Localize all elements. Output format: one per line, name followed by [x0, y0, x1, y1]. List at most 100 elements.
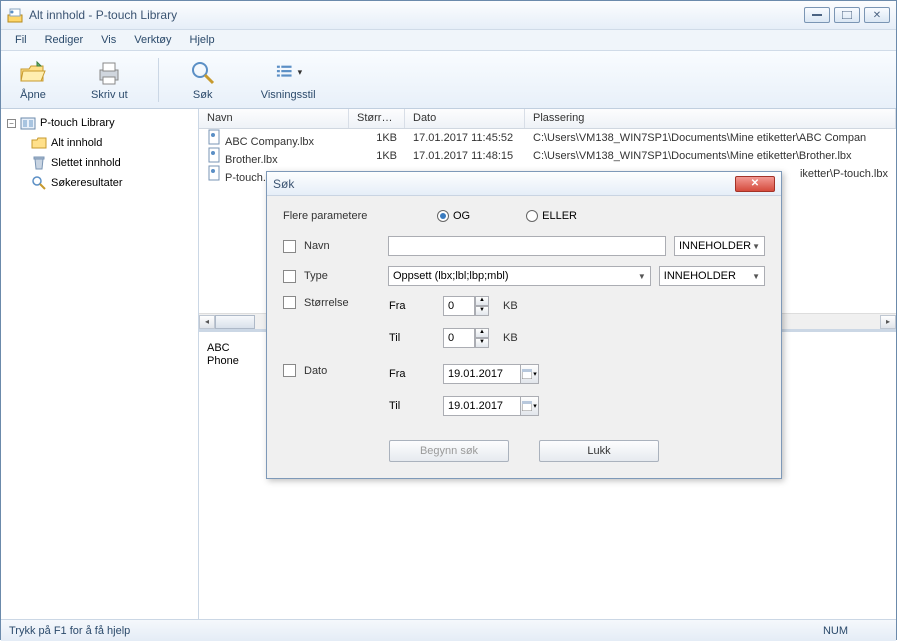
to-label: Til	[389, 332, 443, 344]
app-window: Alt innhold - P-touch Library ✕ Fil Redi…	[0, 0, 897, 640]
titlebar: Alt innhold - P-touch Library ✕	[1, 1, 896, 29]
size-to-input[interactable]	[443, 328, 475, 348]
name-match-value: INNEHOLDER	[679, 240, 751, 252]
table-row[interactable]: Brother.lbx 1KB 17.01.2017 11:48:15 C:\U…	[199, 147, 896, 165]
list-header: Navn Størrelse Dato Plassering	[199, 109, 896, 129]
scroll-right-button[interactable]: ▸	[880, 315, 896, 329]
name-input[interactable]	[388, 236, 666, 256]
spin-up-button[interactable]: ▲	[475, 328, 489, 338]
folder-open-icon	[19, 59, 47, 87]
type-combo[interactable]: Oppsett (lbx;lbl;lbp;mbl) ▼	[388, 266, 651, 286]
close-button[interactable]: ✕	[864, 7, 890, 23]
type-checkbox[interactable]	[283, 270, 296, 283]
search-button[interactable]: Søk	[185, 57, 221, 103]
dialog-body: Flere parametere OG ELLER Navn INNEHOLDE…	[267, 196, 781, 478]
date-row: Dato Fra 19.01.2017 ▾ Til 19.01.2017	[283, 364, 765, 422]
tree-root[interactable]: − P-touch Library	[3, 113, 196, 133]
file-icon	[207, 147, 223, 163]
size-to-spinner[interactable]: ▲▼	[443, 328, 489, 348]
statusbar: Trykk på F1 for å få hjelp NUM	[1, 619, 896, 641]
type-row: Type Oppsett (lbx;lbl;lbp;mbl) ▼ INNEHOL…	[283, 266, 765, 286]
date-to-input[interactable]: 19.01.2017	[443, 396, 521, 416]
open-label: Åpne	[20, 89, 46, 101]
open-button[interactable]: Åpne	[15, 57, 51, 103]
col-location[interactable]: Plassering	[525, 109, 896, 128]
dialog-titlebar: Søk ✕	[267, 172, 781, 196]
spin-down-button[interactable]: ▼	[475, 306, 489, 316]
size-checkbox[interactable]	[283, 296, 296, 309]
type-match-combo[interactable]: INNEHOLDER ▼	[659, 266, 765, 286]
size-from-spinner[interactable]: ▲▼	[443, 296, 489, 316]
toolbar: Åpne Skriv ut Søk ▾ Visningsstil	[1, 51, 896, 109]
list-icon: ▾	[274, 59, 302, 87]
tree-all-label: Alt innhold	[51, 137, 102, 149]
date-from-row: Fra 19.01.2017 ▾	[389, 364, 539, 384]
viewstyle-button[interactable]: ▾ Visningsstil	[257, 57, 320, 103]
date-from-input[interactable]: 19.01.2017	[443, 364, 521, 384]
file-icon	[207, 129, 223, 145]
menu-edit[interactable]: Rediger	[37, 32, 92, 48]
begin-search-button[interactable]: Begynn søk	[389, 440, 509, 462]
tree-panel: − P-touch Library Alt innhold Slettet in…	[1, 109, 199, 619]
library-icon	[20, 115, 36, 131]
radio-dot-icon	[437, 210, 449, 222]
date-checkbox[interactable]	[283, 364, 296, 377]
app-icon	[7, 7, 23, 23]
radio-and[interactable]: OG	[437, 210, 470, 222]
col-date[interactable]: Dato	[405, 109, 525, 128]
radio-or[interactable]: ELLER	[526, 210, 577, 222]
search-dialog: Søk ✕ Flere parametere OG ELLER Navn IN	[266, 171, 782, 479]
menubar: Fil Rediger Vis Verktøy Hjelp	[1, 29, 896, 51]
size-from-input[interactable]	[443, 296, 475, 316]
collapse-icon[interactable]: −	[7, 119, 16, 128]
name-checkbox[interactable]	[283, 240, 296, 253]
search-label: Søk	[193, 89, 213, 101]
size-to-row: Til ▲▼ KB	[389, 328, 518, 348]
table-row[interactable]: ABC Company.lbx 1KB 17.01.2017 11:45:52 …	[199, 129, 896, 147]
size-label: Størrelse	[304, 297, 388, 309]
radio-group: OG ELLER	[437, 210, 577, 222]
menu-file[interactable]: Fil	[7, 32, 35, 48]
menu-tools[interactable]: Verktøy	[126, 32, 179, 48]
spin-up-button[interactable]: ▲	[475, 296, 489, 306]
date-picker-button[interactable]: ▾	[521, 396, 539, 416]
cell-date: 17.01.2017 11:48:15	[405, 149, 525, 163]
toolbar-divider	[158, 58, 159, 102]
type-value: Oppsett (lbx;lbl;lbp;mbl)	[393, 270, 509, 282]
tree-results[interactable]: Søkeresultater	[3, 173, 196, 193]
radio-or-label: ELLER	[542, 210, 577, 222]
trash-icon	[31, 155, 47, 171]
type-label: Type	[304, 270, 388, 282]
minimize-button[interactable]	[804, 7, 830, 23]
date-to-row: Til 19.01.2017 ▾	[389, 396, 539, 416]
type-match-value: INNEHOLDER	[664, 270, 736, 282]
date-picker-button[interactable]: ▾	[521, 364, 539, 384]
tree-root-label: P-touch Library	[40, 117, 115, 129]
scroll-left-button[interactable]: ◂	[199, 315, 215, 329]
dialog-title: Søk	[273, 177, 735, 191]
menu-help[interactable]: Hjelp	[182, 32, 223, 48]
to-label: Til	[389, 400, 443, 412]
chevron-down-icon: ▼	[752, 272, 760, 281]
tree-deleted[interactable]: Slettet innhold	[3, 153, 196, 173]
col-name[interactable]: Navn	[199, 109, 349, 128]
dialog-close-button[interactable]: ✕	[735, 176, 775, 192]
cell-location: C:\Users\VM138_WIN7SP1\Documents\Mine et…	[525, 131, 896, 145]
close-dialog-button[interactable]: Lukk	[539, 440, 659, 462]
tree-results-label: Søkeresultater	[51, 177, 123, 189]
cell-size: 1KB	[349, 131, 405, 145]
print-button[interactable]: Skriv ut	[87, 57, 132, 103]
size-row: Størrelse Fra ▲▼ KB Til	[283, 296, 765, 354]
name-match-combo[interactable]: INNEHOLDER ▼	[674, 236, 765, 256]
search-result-icon	[31, 175, 47, 191]
spin-down-button[interactable]: ▼	[475, 338, 489, 348]
params-row: Flere parametere OG ELLER	[283, 210, 765, 222]
col-size[interactable]: Størrelse	[349, 109, 405, 128]
name-row: Navn INNEHOLDER ▼	[283, 236, 765, 256]
menu-view[interactable]: Vis	[93, 32, 124, 48]
scroll-thumb[interactable]	[215, 315, 255, 329]
cell-name: P-touch.	[225, 172, 266, 184]
tree-all-content[interactable]: Alt innhold	[3, 133, 196, 153]
maximize-button[interactable]	[834, 7, 860, 23]
status-help: Trykk på F1 for å få hjelp	[9, 625, 130, 637]
